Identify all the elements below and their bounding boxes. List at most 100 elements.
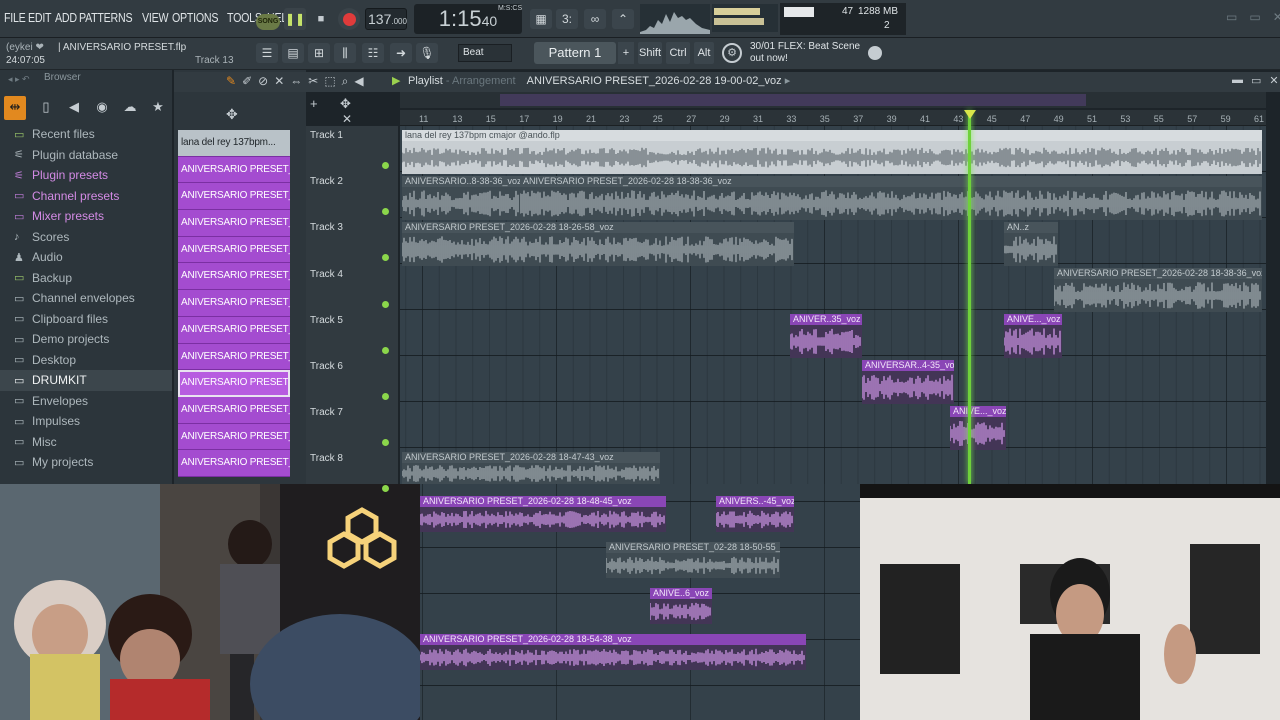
menu-patterns[interactable]: PATTERNS — [79, 10, 133, 25]
song-mode-toggle[interactable]: SONG — [256, 14, 280, 30]
song-time-display[interactable]: 1:1540 M:S:CS — [414, 4, 522, 34]
zoom-tool-icon[interactable]: ⌕ — [342, 74, 349, 89]
audio-clip[interactable]: ANIVERSARIO PRESET_2026-02-28 18-38-36_v… — [520, 176, 1262, 220]
move-icon[interactable]: ✥ — [226, 106, 238, 123]
restore-icon[interactable]: ▭ — [1249, 10, 1260, 24]
timeline-ruler[interactable] — [400, 110, 1266, 126]
track-mute-led[interactable] — [382, 162, 389, 169]
playhead-marker-icon[interactable] — [964, 110, 976, 119]
track-name[interactable]: Track 8 — [310, 453, 343, 464]
track-name[interactable]: Track 6 — [310, 361, 343, 372]
track-name[interactable]: Track 7 — [310, 407, 343, 418]
browser-star-icon[interactable]: ★ — [144, 96, 172, 120]
pl-cross-icon[interactable]: ✕ — [342, 112, 352, 126]
play-arrow-icon[interactable]: ▶ — [392, 74, 400, 87]
countdown-icon[interactable]: 3: — [556, 9, 578, 29]
minimize-icon[interactable]: ▭ — [1226, 10, 1237, 24]
browser-item-15[interactable]: ▭ Misc — [0, 432, 172, 453]
pl-minimize-icon[interactable]: ▬ — [1232, 74, 1243, 87]
channel-button[interactable]: ANIVERSARIO PRESET_202... — [178, 450, 290, 477]
draw-tool-icon[interactable]: ✎ — [226, 74, 236, 89]
add-track-icon[interactable]: + — [310, 96, 318, 111]
track-name[interactable]: Track 5 — [310, 315, 343, 326]
menu-add[interactable]: ADD — [55, 10, 77, 25]
browser-plugin-icon[interactable]: ◉ — [88, 96, 116, 120]
browser-item-6[interactable]: ♟ Audio — [0, 247, 172, 268]
slip-tool-icon[interactable]: ⇔ — [290, 74, 302, 89]
audio-clip[interactable]: ANIVE..._voz — [950, 406, 1006, 450]
tempo-display[interactable]: 137.000 — [365, 8, 407, 30]
ctrl-key-button[interactable]: Ctrl — [666, 42, 690, 64]
plugin-picker-icon[interactable]: ☷ — [362, 43, 384, 63]
track-name[interactable]: Track 1 — [310, 130, 343, 141]
delete-tool-icon[interactable]: ⊘ — [258, 74, 268, 89]
arrow-right-icon[interactable]: ➜ — [390, 43, 412, 63]
news-icon[interactable]: ⚙ — [722, 43, 742, 63]
audio-clip[interactable]: AN..z — [1004, 222, 1058, 266]
audio-clip[interactable]: ANIVERSARIO PRESET_2026-02-28 18-54-38_v… — [420, 634, 806, 670]
add-pattern-button[interactable]: + — [618, 42, 634, 64]
track-mute-led[interactable] — [382, 393, 389, 400]
channel-button[interactable]: ANIVERSARIO PRESET_202... — [178, 396, 290, 424]
menu-file[interactable]: FILE — [4, 10, 26, 25]
track-name[interactable]: Track 4 — [310, 269, 343, 280]
snap-select[interactable]: Beat — [458, 44, 512, 62]
audio-clip[interactable]: ANIVERSARIO PRESET_2026-02-28 18-47-43_v… — [402, 452, 660, 484]
channel-button[interactable]: ANIVERSARIO PRESET_202... — [178, 290, 290, 317]
menu-view[interactable]: VIEW — [142, 10, 169, 25]
browser-item-3[interactable]: ▭ Channel presets — [0, 186, 172, 207]
browser-item-1[interactable]: ⚟ Plugin database — [0, 145, 172, 166]
menu-options[interactable]: OPTIONS — [172, 10, 219, 25]
close-icon[interactable]: ✕ — [1273, 10, 1280, 24]
browser-all-icon[interactable]: ⇹ — [4, 96, 26, 120]
browser-item-0[interactable]: ▭ Recent files — [0, 124, 172, 145]
playlist-grid[interactable]: lana del rey 137bpm cmajor @ando.flp ANIV… — [400, 126, 1266, 484]
pl-move-icon[interactable]: ✥ — [340, 96, 351, 112]
audio-clip[interactable]: ANIVERSARIO PRESET_2026-02-28 18-48-45_v… — [420, 496, 666, 532]
track-name[interactable]: Track 2 — [310, 176, 343, 187]
browser-speaker-icon[interactable]: ◀ — [60, 96, 88, 120]
channel-rack-icon[interactable]: ▤ — [282, 43, 304, 63]
browser-item-12[interactable]: ▭ DRUMKIT — [0, 370, 172, 391]
browser-item-7[interactable]: ▭ Backup — [0, 268, 172, 289]
channel-button[interactable]: ANIVERSARIO PRESET_202... — [178, 370, 290, 397]
loop-record-icon[interactable]: ∞ — [584, 9, 606, 29]
mute-tool-icon[interactable]: ✕ — [274, 74, 284, 89]
channel-button[interactable]: ANIVERSARIO PRESET_202... — [178, 183, 290, 211]
browser-item-11[interactable]: ▭ Desktop — [0, 350, 172, 371]
select-tool-icon[interactable]: ⬚ — [324, 74, 335, 89]
track-mute-led[interactable] — [382, 300, 389, 308]
pattern-select[interactable]: Pattern 1 — [534, 42, 616, 64]
browser-item-13[interactable]: ▭ Envelopes — [0, 391, 172, 412]
typing-keyboard-icon[interactable]: ▦ — [530, 9, 552, 29]
playback-tool-icon[interactable]: ◀ — [354, 74, 363, 89]
microphone-icon[interactable]: 🎙 — [416, 43, 438, 63]
browser-item-5[interactable]: ♪ Scores — [0, 227, 172, 248]
browser-files-icon[interactable]: ▯ — [32, 96, 60, 120]
channel-button[interactable]: ANIVERSARIO PRESET_202... — [178, 263, 290, 291]
audio-clip[interactable]: ANIVERSAR..4-35_voz — [862, 360, 954, 404]
shift-key-button[interactable]: Shift — [638, 42, 662, 64]
channel-button[interactable]: ANIVERSARIO PRESET_202... — [178, 210, 290, 237]
channel-button[interactable]: ANIVERSARIO PRESET_202... — [178, 236, 290, 264]
audio-clip[interactable]: ANIVERSARIO PRESET_2026-02-28 18-26-58_v… — [402, 222, 794, 266]
channel-button[interactable]: ANIVERSARIO PRESET_202... — [178, 316, 290, 344]
browser-item-14[interactable]: ▭ Impulses — [0, 411, 172, 432]
channel-button[interactable]: lana del rey 137bpm... — [178, 130, 290, 157]
audio-clip[interactable]: ANIVER..35_voz — [790, 314, 862, 358]
metronome-icon[interactable]: ⌃ — [612, 9, 634, 29]
audio-clip[interactable]: ANIVERS..-45_voz — [716, 496, 794, 532]
browser-nav-icons[interactable]: ◂ ▸ ↶ — [8, 74, 30, 85]
piano-roll-icon[interactable]: ⊞ — [308, 43, 330, 63]
alt-key-button[interactable]: Alt — [694, 42, 714, 64]
record-button[interactable] — [338, 8, 360, 30]
browser-cloud-icon[interactable]: ☁ — [116, 96, 144, 120]
audio-clip[interactable]: ANIVE..._voz — [1004, 314, 1062, 358]
menu-edit[interactable]: EDIT — [28, 10, 52, 25]
browser-item-10[interactable]: ▭ Demo projects — [0, 329, 172, 350]
pause-icon[interactable]: ❚❚ — [284, 8, 306, 30]
browser-item-8[interactable]: ▭ Channel envelopes — [0, 288, 172, 309]
browser-item-9[interactable]: ▭ Clipboard files — [0, 309, 172, 330]
channel-button[interactable]: ANIVERSARIO PRESET_202... — [178, 156, 290, 184]
playlist-overview[interactable] — [400, 92, 1266, 108]
